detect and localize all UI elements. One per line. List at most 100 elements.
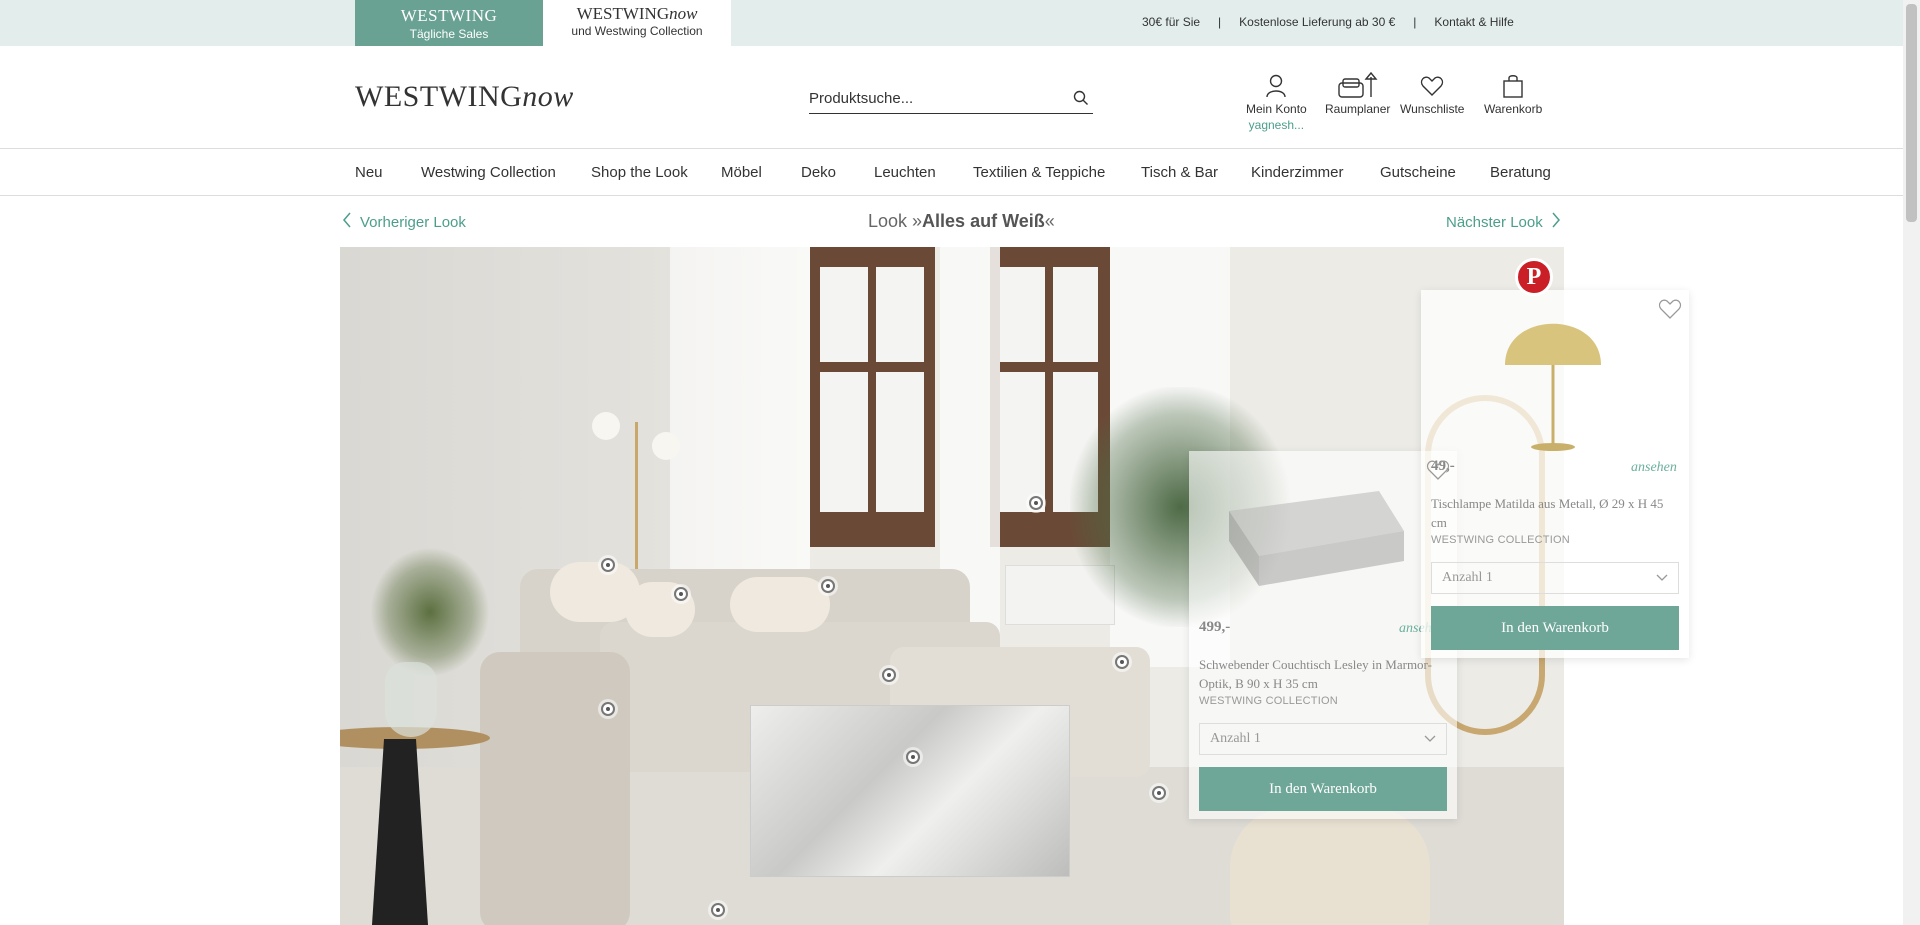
tab-now-brand-a: WESTWING bbox=[576, 4, 670, 23]
look-title-suffix: « bbox=[1044, 211, 1055, 231]
product-hotspot[interactable] bbox=[1029, 496, 1043, 510]
look-title-name: Alles auf Weiß bbox=[922, 211, 1045, 231]
logo[interactable]: WESTWINGnow bbox=[355, 80, 574, 114]
photo-vase bbox=[385, 662, 437, 737]
top-bar: WESTWING Tägliche Sales WESTWINGnow und … bbox=[0, 0, 1903, 46]
view-product-link[interactable]: ansehen bbox=[1631, 460, 1677, 476]
product-hotspot[interactable] bbox=[601, 702, 615, 716]
nav-item-shop-the-look[interactable]: Shop the Look bbox=[591, 164, 688, 181]
separator: | bbox=[1218, 15, 1222, 29]
scrollbar-thumb[interactable] bbox=[1906, 4, 1917, 222]
top-link-contact[interactable]: Kontakt & Hilfe bbox=[1434, 15, 1513, 29]
room-planner-label: Raumplaner bbox=[1325, 102, 1391, 116]
product-image-coffee-table[interactable] bbox=[1189, 451, 1457, 621]
product-hotspot[interactable] bbox=[674, 587, 688, 601]
heart-icon bbox=[1400, 70, 1464, 102]
tab-daily-subtitle: Tägliche Sales bbox=[409, 27, 489, 41]
add-to-wishlist-heart-icon[interactable] bbox=[1426, 459, 1450, 486]
product-card-table-lamp: 49,- ansehen Tischlampe Matilda aus Meta… bbox=[1421, 290, 1689, 658]
header: WESTWINGnow Mein Konto yagnesh... Raumpl… bbox=[0, 46, 1903, 149]
photo-lamp-globe bbox=[592, 412, 620, 440]
nav-item-leuchten[interactable]: Leuchten bbox=[874, 164, 936, 181]
logo-text-now: now bbox=[522, 80, 574, 113]
separator: | bbox=[1413, 15, 1417, 29]
search-bar bbox=[809, 84, 1093, 114]
nav-item-deko[interactable]: Deko bbox=[801, 164, 836, 181]
cart-label: Warenkorb bbox=[1484, 102, 1543, 116]
photo-plant bbox=[370, 547, 490, 677]
add-to-wishlist-heart-icon[interactable] bbox=[1658, 298, 1682, 325]
chevron-down-icon bbox=[1656, 571, 1668, 587]
account-label: Mein Konto bbox=[1246, 102, 1307, 116]
product-hotspot[interactable] bbox=[821, 579, 835, 593]
chevron-left-icon bbox=[342, 212, 352, 232]
main-nav: Neu Westwing Collection Shop the Look Mö… bbox=[0, 150, 1903, 196]
user-icon bbox=[1246, 70, 1307, 102]
quantity-select[interactable]: Anzahl 1 bbox=[1199, 723, 1447, 755]
top-link-voucher[interactable]: 30€ für Sie bbox=[1142, 15, 1200, 29]
search-input[interactable] bbox=[809, 84, 1049, 112]
product-name[interactable]: Schwebender Couchtisch Lesley in Marmor-… bbox=[1199, 655, 1444, 693]
look-title-prefix: Look » bbox=[868, 211, 923, 231]
quantity-value: Anzahl 1 bbox=[1442, 570, 1493, 585]
product-hotspot[interactable] bbox=[711, 903, 725, 917]
top-links: 30€ für Sie | Kostenlose Lieferung ab 30… bbox=[1142, 15, 1514, 29]
chevron-right-icon bbox=[1551, 212, 1561, 232]
page-scrollbar[interactable] bbox=[1903, 0, 1920, 925]
product-name[interactable]: Tischlampe Matilda aus Metall, Ø 29 x H … bbox=[1431, 494, 1676, 532]
nav-item-tisch-bar[interactable]: Tisch & Bar bbox=[1141, 164, 1218, 181]
quantity-value: Anzahl 1 bbox=[1210, 731, 1261, 746]
add-to-cart-button[interactable]: In den Warenkorb bbox=[1199, 767, 1447, 811]
next-look-link[interactable]: Nächster Look bbox=[1446, 212, 1561, 232]
quantity-select[interactable]: Anzahl 1 bbox=[1431, 562, 1679, 594]
photo-window bbox=[810, 247, 935, 547]
look-title: Look »Alles auf Weiß« bbox=[868, 211, 1055, 232]
product-brand: WESTWING COLLECTION bbox=[1431, 534, 1570, 546]
wishlist-button[interactable]: Wunschliste bbox=[1400, 70, 1464, 116]
tab-now-brand-b: now bbox=[669, 4, 698, 23]
nav-item-neu[interactable]: Neu bbox=[355, 164, 383, 181]
nav-item-beratung[interactable]: Beratung bbox=[1490, 164, 1551, 181]
shopping-bag-icon bbox=[1484, 70, 1542, 102]
nav-item-moebel[interactable]: Möbel bbox=[721, 164, 762, 181]
search-icon[interactable] bbox=[1073, 90, 1089, 111]
account-button[interactable]: Mein Konto yagnesh... bbox=[1246, 70, 1307, 132]
cart-button[interactable]: Warenkorb bbox=[1484, 70, 1542, 116]
logo-text: WESTWING bbox=[355, 80, 523, 113]
tab-now-brand: WESTWINGnow bbox=[543, 4, 731, 24]
tab-westwing-now[interactable]: WESTWINGnow und Westwing Collection bbox=[543, 0, 731, 46]
product-hotspot[interactable] bbox=[601, 558, 615, 572]
photo-pillow bbox=[730, 577, 830, 632]
photo-pouf bbox=[1230, 807, 1430, 925]
add-to-cart-button[interactable]: In den Warenkorb bbox=[1431, 606, 1679, 650]
photo-curtain bbox=[670, 247, 810, 587]
product-hotspot[interactable] bbox=[882, 668, 896, 682]
pinterest-share-button[interactable]: P bbox=[1515, 258, 1553, 296]
tab-westwing-daily-sales[interactable]: WESTWING Tägliche Sales bbox=[355, 0, 543, 46]
product-image-table-lamp[interactable] bbox=[1421, 290, 1689, 460]
photo-lamp-globe bbox=[652, 432, 680, 460]
room-planner-icon bbox=[1325, 70, 1390, 102]
nav-item-kinderzimmer[interactable]: Kinderzimmer bbox=[1251, 164, 1344, 181]
wishlist-label: Wunschliste bbox=[1400, 102, 1465, 116]
product-hotspot[interactable] bbox=[906, 750, 920, 764]
nav-item-gutscheine[interactable]: Gutscheine bbox=[1380, 164, 1456, 181]
chevron-down-icon bbox=[1424, 732, 1436, 748]
nav-item-textilien[interactable]: Textilien & Teppiche bbox=[973, 164, 1105, 181]
product-hotspot[interactable] bbox=[1152, 786, 1166, 800]
tab-now-subtitle: und Westwing Collection bbox=[571, 24, 703, 38]
next-look-label: Nächster Look bbox=[1446, 213, 1543, 231]
photo-sofa bbox=[480, 652, 630, 925]
tab-daily-brand: WESTWING bbox=[400, 6, 498, 25]
previous-look-label: Vorheriger Look bbox=[360, 213, 466, 231]
product-card-coffee-table: 499,- ansehen Schwebender Couchtisch Les… bbox=[1189, 451, 1457, 819]
product-price: 499,- bbox=[1199, 619, 1231, 635]
nav-item-westwing-collection[interactable]: Westwing Collection bbox=[421, 164, 556, 181]
room-planner-button[interactable]: Raumplaner bbox=[1325, 70, 1390, 116]
product-brand: WESTWING COLLECTION bbox=[1199, 695, 1338, 707]
top-link-delivery[interactable]: Kostenlose Lieferung ab 30 € bbox=[1239, 15, 1395, 29]
account-username: yagnesh... bbox=[1248, 118, 1305, 132]
pinterest-icon: P bbox=[1526, 263, 1542, 290]
previous-look-link[interactable]: Vorheriger Look bbox=[342, 212, 466, 232]
product-hotspot[interactable] bbox=[1115, 655, 1129, 669]
